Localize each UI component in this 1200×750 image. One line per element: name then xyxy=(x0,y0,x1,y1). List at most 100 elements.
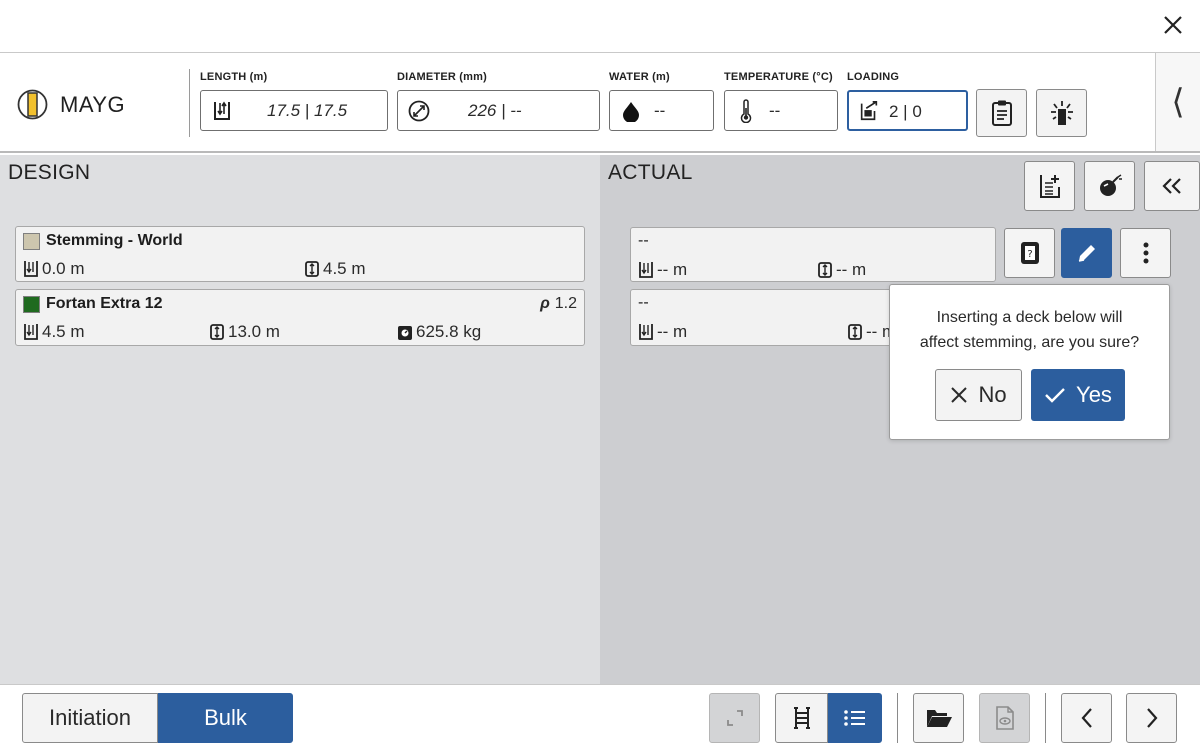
header-divider xyxy=(189,69,190,137)
hole-header: MAYG LENGTH (m) 17.5 | 17.5 DIAMETER (mm… xyxy=(0,53,1200,153)
footer-toolbar: Initiation Bulk xyxy=(0,684,1200,750)
insert-deck-confirm-popover: Inserting a deck below will affect stemm… xyxy=(889,284,1170,440)
confirm-message-line-2: affect stemming, are you sure? xyxy=(919,334,1140,351)
deck-name: -- xyxy=(638,232,649,249)
water-label: WATER (m) xyxy=(609,71,670,83)
confirm-message: Inserting a deck below will affect stemm… xyxy=(890,305,1169,355)
edit-deck-button[interactable] xyxy=(1061,228,1112,278)
document-view-icon xyxy=(995,706,1014,730)
previous-button[interactable] xyxy=(1061,693,1112,743)
deck-top-stat: 4.5 m xyxy=(23,322,85,342)
temperature-value: -- xyxy=(769,101,781,120)
clipboard-icon xyxy=(991,100,1012,126)
actual-deck-1[interactable]: -- -- m -- m xyxy=(630,227,996,282)
deck-density: ρ 1.2 xyxy=(540,295,577,313)
length-label: LENGTH (m) xyxy=(200,71,268,83)
more-options-button[interactable] xyxy=(1120,228,1171,278)
length-input[interactable]: 17.5 | 17.5 xyxy=(200,90,388,131)
design-panel: DESIGN Stemming - World 0.0 m 4.5 m Fort… xyxy=(0,155,600,684)
deck-length-icon xyxy=(209,323,225,341)
preview-document-button[interactable] xyxy=(979,693,1030,743)
diameter-label: DIAMETER (mm) xyxy=(397,71,487,83)
mode-toggle: Initiation Bulk xyxy=(22,693,293,743)
list-icon xyxy=(844,710,865,726)
loading-field: LOADING 2 | 0 xyxy=(847,71,968,131)
deck-info-button[interactable]: ? xyxy=(1004,228,1055,278)
no-label: No xyxy=(978,382,1007,407)
ladder-icon xyxy=(793,707,810,729)
chevron-left-icon xyxy=(1081,708,1092,728)
close-button[interactable] xyxy=(1158,10,1188,40)
density-value: 1.2 xyxy=(554,295,577,312)
deck-name: Fortan Extra 12 xyxy=(46,295,163,312)
chevron-left-icon: ⟨ xyxy=(1171,82,1185,122)
collapse-panel-button[interactable] xyxy=(1144,161,1200,211)
design-deck-stemming[interactable]: Stemming - World 0.0 m 4.5 m xyxy=(15,226,585,282)
mode-initiation-button[interactable]: Initiation xyxy=(22,693,158,743)
deck-info-icon: ? xyxy=(1020,242,1039,264)
thermometer-icon xyxy=(735,99,757,123)
title-bar xyxy=(0,0,1200,53)
confirm-yes-button[interactable]: Yes xyxy=(1031,369,1125,421)
deck-length-icon xyxy=(304,260,320,278)
deck-length-value: 4.5 m xyxy=(323,259,366,278)
bomb-icon xyxy=(1099,174,1122,196)
expand-icon xyxy=(726,710,743,726)
folder-open-icon xyxy=(926,710,952,727)
svg-text:?: ? xyxy=(1027,249,1032,260)
diameter-field: DIAMETER (mm) 226 | -- xyxy=(397,71,600,131)
design-deck-explosive[interactable]: Fortan Extra 12 ρ 1.2 4.5 m 13.0 m 625.8 … xyxy=(15,289,585,346)
deck-top-value: 4.5 m xyxy=(42,322,85,341)
footer-divider xyxy=(897,693,898,743)
add-deck-button[interactable] xyxy=(1024,161,1075,211)
double-chevron-left-icon xyxy=(1162,178,1181,194)
expand-button[interactable] xyxy=(709,693,760,743)
deck-top-value: 0.0 m xyxy=(42,259,85,278)
open-folder-button[interactable] xyxy=(913,693,964,743)
deck-length-stat: 13.0 m xyxy=(209,322,280,342)
blast-icon xyxy=(1050,101,1073,125)
collapse-side-button[interactable]: ⟨ xyxy=(1155,53,1200,151)
hole-status-icon xyxy=(17,89,48,120)
actual-title: ACTUAL xyxy=(608,161,693,184)
hole-length-icon xyxy=(211,100,233,122)
deck-length-stat: -- m xyxy=(817,260,866,280)
next-button[interactable] xyxy=(1126,693,1177,743)
clipboard-button[interactable] xyxy=(976,89,1027,137)
mode-bulk-button[interactable]: Bulk xyxy=(158,693,293,743)
temperature-input[interactable]: -- xyxy=(724,90,838,131)
bomb-button[interactable] xyxy=(1084,161,1135,211)
list-view-button[interactable] xyxy=(828,693,882,743)
deck-name: -- xyxy=(638,294,649,311)
loading-input[interactable]: 2 | 0 xyxy=(847,90,968,131)
pencil-icon xyxy=(1078,245,1095,262)
confirm-message-line-1: Inserting a deck below will xyxy=(936,309,1123,326)
yes-label: Yes xyxy=(1076,382,1112,407)
depth-top-icon xyxy=(638,261,654,279)
temperature-label: TEMPERATURE (°C) xyxy=(724,71,833,83)
design-title: DESIGN xyxy=(8,161,91,184)
water-input[interactable]: -- xyxy=(609,90,714,131)
check-icon xyxy=(1045,388,1065,403)
deck-color-swatch xyxy=(23,233,40,250)
deck-length-icon xyxy=(847,323,863,341)
blast-button[interactable] xyxy=(1036,89,1087,137)
deck-weight-value: 625.8 kg xyxy=(416,322,482,341)
ladder-view-button[interactable] xyxy=(775,693,828,743)
depth-top-icon xyxy=(23,323,39,341)
confirm-no-button[interactable]: No xyxy=(935,369,1022,421)
loading-icon xyxy=(858,100,880,122)
deck-top-stat: -- m xyxy=(638,260,687,280)
loading-label: LOADING xyxy=(847,71,900,83)
depth-top-icon xyxy=(23,260,39,278)
diameter-icon xyxy=(408,100,430,122)
water-field: WATER (m) -- xyxy=(609,71,714,131)
water-value: -- xyxy=(654,101,666,120)
deck-weight-stat: 625.8 kg xyxy=(397,322,481,342)
length-field: LENGTH (m) 17.5 | 17.5 xyxy=(200,71,388,131)
deck-top-value: -- m xyxy=(657,260,688,279)
density-symbol: ρ xyxy=(540,295,550,312)
length-value: 17.5 | 17.5 xyxy=(267,101,348,120)
deck-length-value: 13.0 m xyxy=(228,322,280,341)
diameter-input[interactable]: 226 | -- xyxy=(397,90,600,131)
